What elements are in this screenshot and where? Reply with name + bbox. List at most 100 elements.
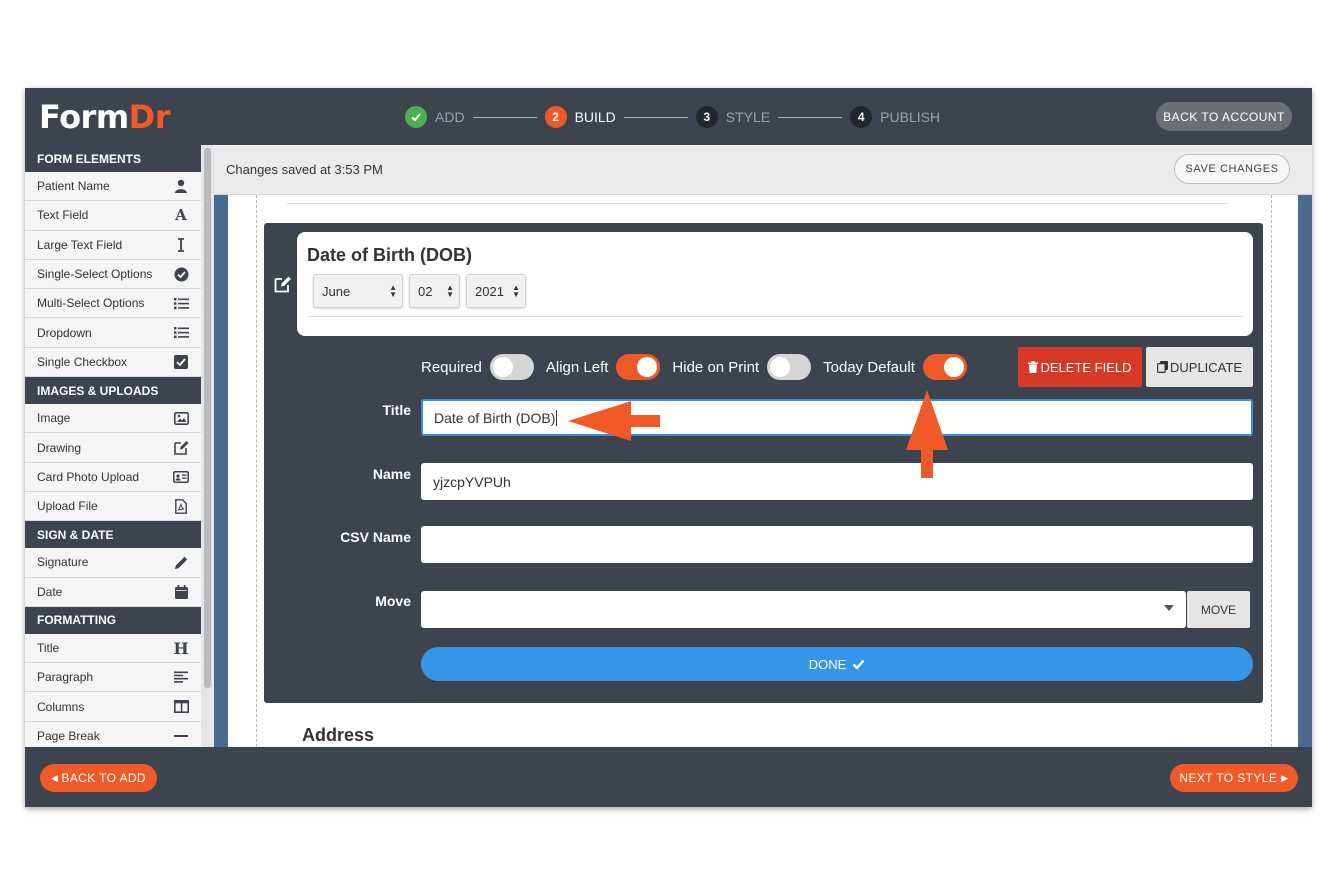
csv-name-label: CSV Name (340, 529, 411, 545)
section-sign-date: SIGN & DATE (25, 521, 201, 549)
name-input[interactable]: yjzcpYVPUh (421, 463, 1253, 500)
section-form-elements: FORM ELEMENTS (25, 145, 201, 172)
list-icon (173, 295, 189, 311)
step-publish-label: PUBLISH (880, 109, 941, 125)
check-icon (405, 106, 427, 128)
today-default-toggle[interactable] (922, 354, 967, 380)
heading-icon: H (173, 638, 189, 658)
caret-right-icon: ▶ (1281, 772, 1289, 783)
align-left-icon (173, 669, 189, 685)
sidebar-item-card-photo-upload[interactable]: Card Photo Upload (25, 462, 201, 492)
step-publish[interactable]: 4 PUBLISH (850, 106, 940, 128)
columns-icon (173, 699, 189, 715)
month-select[interactable]: June ▲ ▼ (313, 274, 403, 308)
title-label: Title (382, 402, 411, 418)
next-to-style-button[interactable]: NEXT TO STYLE ▶ (1170, 764, 1298, 792)
sidebar-item-image[interactable]: Image (25, 404, 201, 434)
file-pdf-icon (173, 498, 189, 514)
arrow-up-annotation (906, 390, 948, 478)
trash-icon (1028, 361, 1039, 373)
sidebar-scrollbar-thumb[interactable] (204, 148, 211, 688)
select-arrows-icon: ▲ ▼ (389, 283, 397, 299)
step-build-number: 2 (544, 106, 567, 128)
title-input[interactable]: Date of Birth (DOB) (421, 399, 1253, 436)
save-bar: Changes saved at 3:53 PM SAVE CHANGES (214, 145, 1312, 195)
checkbox-icon (173, 354, 189, 370)
sidebar-item-text-field[interactable]: Text Field A (25, 201, 201, 231)
image-icon (173, 410, 189, 426)
section-formatting: FORMATTING (25, 606, 201, 634)
sidebar-item-patient-name[interactable]: Patient Name (25, 172, 201, 202)
letter-a-icon: A (175, 206, 187, 225)
year-select[interactable]: 2021 ▲ ▼ (466, 274, 526, 308)
sidebar-item-single-checkbox[interactable]: Single Checkbox (25, 347, 201, 378)
chevron-down-icon (1164, 605, 1174, 611)
step-connector (472, 116, 537, 118)
step-style-number: 3 (695, 106, 718, 128)
wizard-steps: ADD 2 BUILD 3 STYLE 4 PUBLISH (405, 105, 940, 129)
field-options: Required Align Left Hide on Print Today … (421, 354, 979, 380)
pen-icon (173, 554, 189, 570)
sidebar-item-columns[interactable]: Columns (25, 692, 201, 722)
sidebar-item-dropdown[interactable]: Dropdown (25, 318, 201, 348)
section-images-uploads: IMAGES & UPLOADS (25, 377, 201, 405)
select-arrows-icon: ▲ ▼ (512, 283, 520, 299)
align-left-toggle[interactable] (616, 354, 661, 380)
day-select[interactable]: 02 ▲ ▼ (409, 274, 460, 308)
hide-on-print-label: Hide on Print (672, 358, 760, 376)
sidebar-item-date[interactable]: Date (25, 577, 201, 607)
text-cursor-icon (173, 237, 189, 253)
sidebar-item-drawing[interactable]: Drawing (25, 433, 201, 463)
step-add-label: ADD (435, 109, 465, 125)
hide-on-print-toggle[interactable] (767, 354, 812, 380)
bottom-bar: ◀ BACK TO ADD NEXT TO STYLE ▶ (25, 747, 1312, 807)
step-connector (778, 116, 843, 118)
required-label: Required (421, 358, 482, 376)
back-to-add-button[interactable]: ◀ BACK TO ADD (40, 764, 157, 792)
sidebar-item-multi-select[interactable]: Multi-Select Options (25, 289, 201, 319)
move-button[interactable]: MOVE (1187, 591, 1250, 628)
formdr-logo[interactable]: FormDr (39, 98, 171, 136)
step-connector (623, 116, 688, 118)
duplicate-button[interactable]: DUPLICATE (1146, 347, 1253, 387)
form-canvas: Date of Birth (DOB) June ▲ ▼ 02 ▲ ▼ 2021 ▲ ▼ R… (228, 195, 1298, 747)
csv-name-input[interactable] (421, 526, 1253, 563)
user-icon (173, 178, 189, 194)
sidebar-item-paragraph[interactable]: Paragraph (25, 663, 201, 693)
edit-icon[interactable] (274, 275, 292, 298)
field-preview-title: Date of Birth (DOB) (307, 245, 472, 265)
required-toggle[interactable] (489, 354, 534, 380)
page-break-icon (173, 728, 189, 744)
calendar-icon (173, 584, 189, 600)
check-circle-icon (173, 266, 189, 282)
sidebar-item-single-select[interactable]: Single-Select Options (25, 259, 201, 290)
copy-icon (1157, 361, 1168, 373)
move-select[interactable] (421, 591, 1186, 628)
builder-main: Changes saved at 3:53 PM SAVE CHANGES Da… (214, 145, 1312, 747)
step-style-label: STYLE (725, 109, 771, 125)
step-add[interactable]: ADD (405, 106, 465, 128)
field-preview[interactable]: Date of Birth (DOB) June ▲ ▼ 02 ▲ ▼ 2021 ▲ ▼ (297, 232, 1253, 336)
step-build[interactable]: 2 BUILD (544, 106, 616, 128)
field-editor-panel: Date of Birth (DOB) June ▲ ▼ 02 ▲ ▼ 2021 ▲ ▼ R… (264, 223, 1263, 703)
move-label: Move (375, 593, 411, 609)
save-changes-button[interactable]: SAVE CHANGES (1174, 154, 1290, 184)
check-icon (852, 659, 865, 670)
sidebar-item-large-text-field[interactable]: Large Text Field (25, 230, 201, 260)
align-left-label: Align Left (545, 358, 609, 376)
back-to-account-button[interactable]: BACK TO ACCOUNT (1156, 102, 1292, 131)
done-button[interactable]: DONE (421, 647, 1253, 681)
divider (307, 316, 1243, 317)
sidebar-item-page-break[interactable]: Page Break (25, 721, 201, 747)
sidebar-item-signature[interactable]: Signature (25, 548, 201, 578)
delete-field-button[interactable]: DELETE FIELD (1018, 347, 1142, 387)
step-publish-number: 4 (850, 106, 873, 128)
sidebar-item-title[interactable]: Title H (25, 633, 201, 664)
list-icon (173, 325, 189, 341)
id-card-icon (173, 469, 189, 485)
sidebar-item-upload-file[interactable]: Upload File (25, 491, 201, 522)
step-style[interactable]: 3 STYLE (695, 106, 771, 128)
divider (287, 203, 1229, 204)
arrow-left-annotation (568, 401, 660, 441)
next-field-title: Address (302, 725, 375, 745)
